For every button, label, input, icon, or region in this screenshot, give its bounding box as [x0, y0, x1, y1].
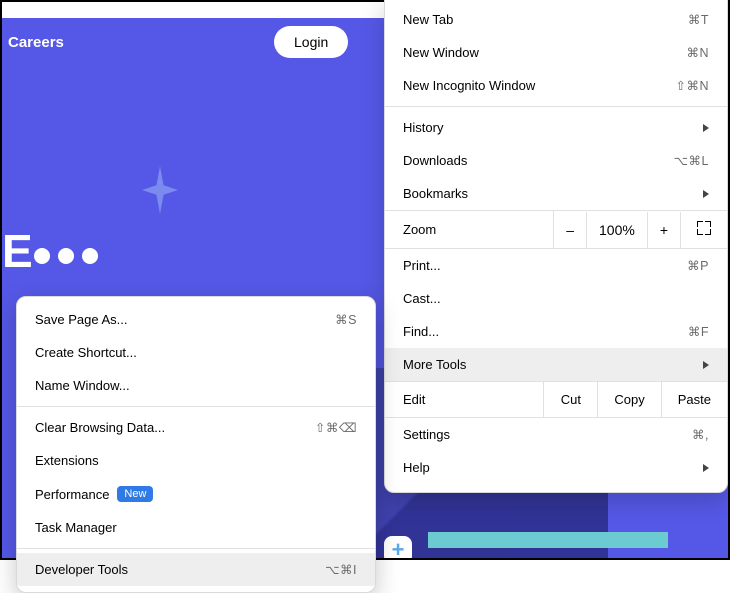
menu-label: Create Shortcut... — [35, 345, 137, 360]
menu-label: Find... — [403, 324, 439, 339]
menu-shortcut: ⌥⌘L — [674, 153, 709, 168]
submenu-item-developer-tools[interactable]: Developer Tools ⌥⌘I — [17, 553, 375, 586]
menu-label: Settings — [403, 427, 450, 442]
menu-label: Developer Tools — [35, 562, 128, 577]
menu-label: Performance — [35, 487, 109, 502]
submenu-item-extensions[interactable]: Extensions — [17, 444, 375, 477]
chevron-right-icon — [703, 464, 709, 472]
menu-shortcut: ⌥⌘I — [325, 562, 357, 577]
hero-dots — [34, 248, 98, 264]
menu-label: Print... — [403, 258, 441, 273]
menu-label: Bookmarks — [403, 186, 468, 201]
menu-item-new-tab[interactable]: New Tab ⌘T — [385, 3, 727, 36]
submenu-item-create-shortcut[interactable]: Create Shortcut... — [17, 336, 375, 369]
zoom-out-button[interactable]: – — [554, 212, 587, 248]
menu-label: History — [403, 120, 443, 135]
edit-paste-button[interactable]: Paste — [661, 382, 727, 417]
menu-item-new-window[interactable]: New Window ⌘N — [385, 36, 727, 69]
nav-link-careers[interactable]: Careers — [8, 34, 64, 51]
edit-cut-button[interactable]: Cut — [543, 382, 597, 417]
submenu-item-save-page[interactable]: Save Page As... ⌘S — [17, 303, 375, 336]
menu-separator — [17, 406, 375, 407]
menu-separator — [385, 106, 727, 107]
browser-main-menu: New Tab ⌘T New Window ⌘N New Incognito W… — [384, 0, 728, 493]
menu-label: Clear Browsing Data... — [35, 420, 165, 435]
chevron-right-icon — [703, 124, 709, 132]
menu-item-help[interactable]: Help — [385, 451, 727, 484]
fullscreen-button[interactable] — [681, 211, 727, 248]
menu-item-zoom: Zoom – 100% + — [385, 210, 727, 249]
menu-label: New Tab — [403, 12, 453, 27]
menu-item-cast[interactable]: Cast... — [385, 282, 727, 315]
menu-label: Extensions — [35, 453, 99, 468]
menu-label: Cast... — [403, 291, 441, 306]
menu-item-history[interactable]: History — [385, 111, 727, 144]
menu-shortcut: ⌘, — [692, 427, 709, 442]
menu-label: Name Window... — [35, 378, 130, 393]
fullscreen-icon — [697, 221, 711, 235]
menu-item-find[interactable]: Find... ⌘F — [385, 315, 727, 348]
menu-item-print[interactable]: Print... ⌘P — [385, 249, 727, 282]
menu-item-new-incognito[interactable]: New Incognito Window ⇧⌘N — [385, 69, 727, 102]
submenu-item-performance[interactable]: Performance New — [17, 477, 375, 511]
chevron-right-icon — [703, 190, 709, 198]
menu-label: More Tools — [403, 357, 466, 372]
menu-label: Save Page As... — [35, 312, 128, 327]
sparkle-icon — [142, 166, 178, 214]
menu-shortcut: ⌘N — [686, 45, 709, 60]
submenu-item-clear-browsing[interactable]: Clear Browsing Data... ⇧⌘⌫ — [17, 411, 375, 444]
menu-separator — [17, 548, 375, 549]
menu-item-settings[interactable]: Settings ⌘, — [385, 418, 727, 451]
zoom-in-button[interactable]: + — [648, 212, 681, 248]
menu-item-bookmarks[interactable]: Bookmarks — [385, 177, 727, 210]
edit-label: Edit — [385, 382, 543, 417]
menu-shortcut: ⌘S — [335, 312, 357, 327]
hero-text-fragment: E — [2, 224, 32, 278]
menu-item-more-tools[interactable]: More Tools — [385, 348, 727, 381]
menu-item-downloads[interactable]: Downloads ⌥⌘L — [385, 144, 727, 177]
submenu-item-task-manager[interactable]: Task Manager — [17, 511, 375, 544]
menu-label: Task Manager — [35, 520, 117, 535]
menu-shortcut: ⌘F — [688, 324, 709, 339]
illustration-bench — [428, 532, 668, 548]
new-badge: New — [117, 486, 153, 502]
menu-item-edit: Edit Cut Copy Paste — [385, 381, 727, 418]
more-tools-submenu: Save Page As... ⌘S Create Shortcut... Na… — [16, 296, 376, 593]
login-button[interactable]: Login — [274, 26, 348, 58]
menu-shortcut: ⇧⌘⌫ — [315, 420, 357, 435]
edit-copy-button[interactable]: Copy — [597, 382, 660, 417]
menu-label: New Incognito Window — [403, 78, 535, 93]
menu-shortcut: ⇧⌘N — [675, 78, 709, 93]
zoom-label: Zoom — [385, 212, 553, 247]
submenu-item-name-window[interactable]: Name Window... — [17, 369, 375, 402]
chevron-right-icon — [703, 361, 709, 369]
menu-shortcut: ⌘T — [688, 12, 709, 27]
menu-label: Help — [403, 460, 430, 475]
plus-icon: + — [384, 536, 412, 558]
menu-shortcut: ⌘P — [687, 258, 709, 273]
menu-label: New Window — [403, 45, 479, 60]
zoom-value: 100% — [587, 212, 648, 248]
menu-label: Downloads — [403, 153, 467, 168]
